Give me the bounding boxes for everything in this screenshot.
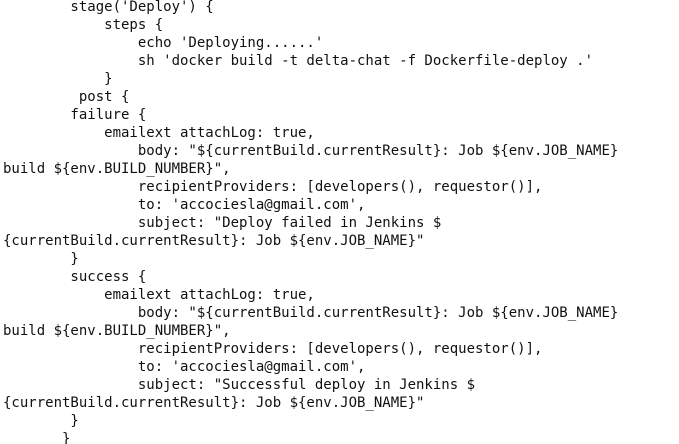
code-line-21: to: 'accociesla@gmail.com', bbox=[3, 359, 366, 375]
code-line-19: build ${env.BUILD_NUMBER}", bbox=[3, 323, 231, 339]
code-line-17: emailext attachLog: true, bbox=[3, 287, 315, 303]
code-line-1: stage('Deploy') { bbox=[3, 0, 214, 15]
code-line-5: } bbox=[3, 71, 113, 87]
code-line-9: body: "${currentBuild.currentResult}: Jo… bbox=[3, 143, 619, 159]
code-line-10: build ${env.BUILD_NUMBER}", bbox=[3, 161, 231, 177]
code-line-8: emailext attachLog: true, bbox=[3, 125, 315, 141]
code-line-12: to: 'accociesla@gmail.com', bbox=[3, 197, 366, 213]
code-line-25: } bbox=[3, 431, 71, 444]
code-line-20: recipientProviders: [developers(), reque… bbox=[3, 341, 543, 357]
code-line-14: {currentBuild.currentResult}: Job ${env.… bbox=[3, 233, 425, 249]
code-line-16: success { bbox=[3, 269, 147, 285]
code-line-15: } bbox=[3, 251, 79, 267]
code-line-22: subject: "Successful deploy in Jenkins $ bbox=[3, 377, 476, 393]
code-view: stage('Deploy') { steps { echo 'Deployin… bbox=[0, 0, 679, 444]
code-line-24: } bbox=[3, 413, 79, 429]
code-line-4: sh 'docker build -t delta-chat -f Docker… bbox=[3, 53, 594, 69]
code-line-6: post { bbox=[3, 89, 130, 105]
code-line-18: body: "${currentBuild.currentResult}: Jo… bbox=[3, 305, 619, 321]
code-line-23: {currentBuild.currentResult}: Job ${env.… bbox=[3, 395, 425, 411]
code-line-11: recipientProviders: [developers(), reque… bbox=[3, 179, 543, 195]
code-line-13: subject: "Deploy failed in Jenkins $ bbox=[3, 215, 442, 231]
code-line-3: echo 'Deploying......' bbox=[3, 35, 324, 51]
code-line-7: failure { bbox=[3, 107, 147, 123]
code-line-2: steps { bbox=[3, 17, 164, 33]
